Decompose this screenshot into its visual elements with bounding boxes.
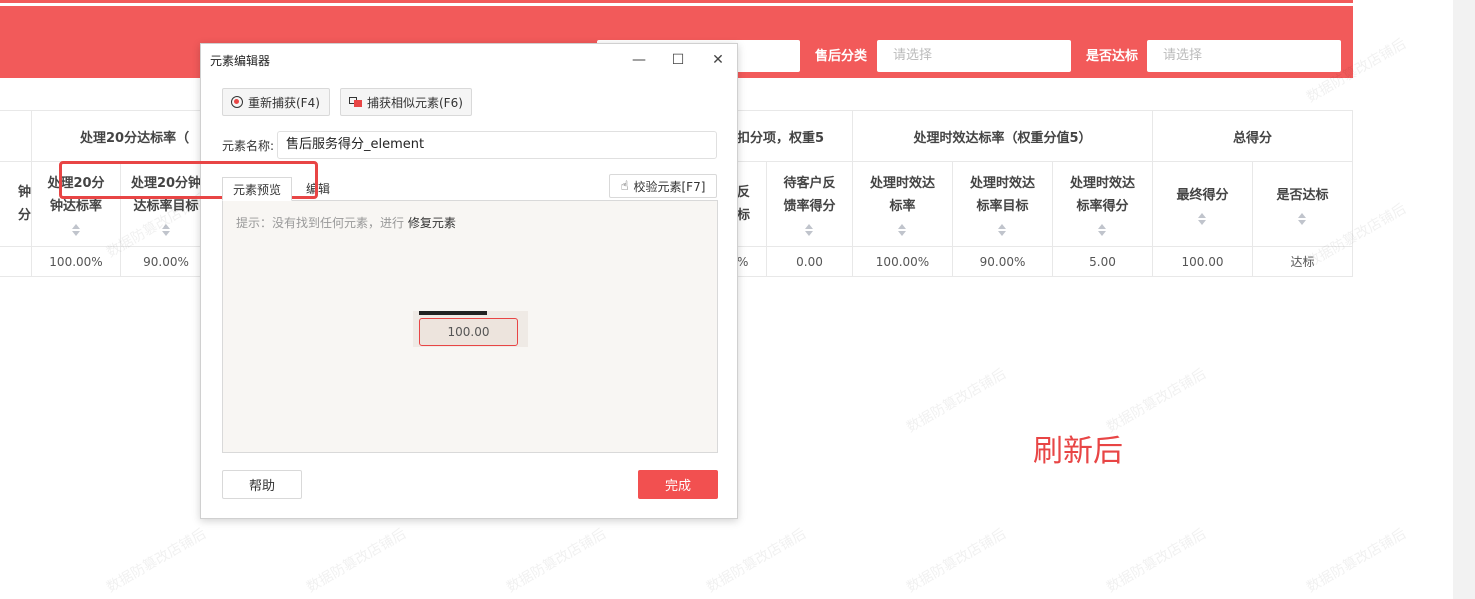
repair-element-link[interactable]: 修复元素: [408, 216, 456, 230]
capture-similar-label: 捕获相似元素(F6): [367, 95, 463, 110]
group-header-empty: [0, 111, 32, 162]
column-header-feedback-score[interactable]: 待客户反 馈率得分: [767, 162, 853, 247]
dialog-title: 元素编辑器: [210, 54, 271, 68]
element-snapshot: 100.00: [413, 311, 528, 347]
recapture-label: 重新捕获(F4): [248, 95, 320, 110]
watermark: 数据防篡改店铺后: [504, 525, 609, 596]
refresh-annotation: 刷新后: [1033, 434, 1123, 469]
snapshot-value: 100.00: [419, 318, 518, 346]
group-header-20min: 处理20分达标率（: [32, 111, 212, 162]
element-preview-panel: 提示：没有找到任何元素，进行 修复元素 100.00: [222, 200, 718, 453]
capture-similar-button[interactable]: 捕获相似元素(F6): [340, 88, 472, 116]
group-header-deduction: 扣分项，权重5: [737, 111, 853, 162]
close-icon[interactable]: ✕: [708, 50, 728, 70]
table-cell: 90.00%: [121, 247, 212, 277]
verify-element-button[interactable]: ☝ 校验元素[F7]: [609, 174, 717, 198]
table-cell: 100.00%: [853, 247, 953, 277]
sort-icon[interactable]: [970, 224, 1035, 236]
minimize-icon[interactable]: —: [629, 50, 649, 70]
header-divider: [0, 3, 1353, 6]
element-name-label: 元素名称:: [222, 139, 275, 153]
verify-element-label: 校验元素[F7]: [633, 179, 706, 194]
element-editor-dialog: 元素编辑器 — ☐ ✕ 重新捕获(F4) 捕获相似元素(F6) 元素名称: 售后…: [200, 43, 738, 519]
table-cell: 5.00: [1053, 247, 1153, 277]
column-header-truncated[interactable]: 钟分: [0, 162, 32, 247]
watermark: 数据防篡改店铺后: [904, 365, 1009, 436]
maximize-icon[interactable]: ☐: [668, 50, 688, 70]
element-name-input[interactable]: 售后服务得分_element: [277, 131, 717, 159]
column-header-timeliness-rate[interactable]: 处理时效达 标率: [853, 162, 953, 247]
column-header-timeliness-score[interactable]: 处理时效达 标率得分: [1053, 162, 1153, 247]
table-cell: 90.00%: [953, 247, 1053, 277]
table-cell: 0.00: [767, 247, 853, 277]
aftersale-category-label: 售后分类: [815, 49, 868, 64]
sort-icon[interactable]: [870, 224, 935, 236]
sort-icon[interactable]: [1070, 224, 1135, 236]
capture-similar-icon: [349, 97, 362, 107]
preview-hint: 提示：没有找到任何元素，进行 修复元素: [236, 216, 456, 230]
done-button[interactable]: 完成: [638, 470, 718, 499]
table-cell: 100.00: [1153, 247, 1253, 277]
sort-icon[interactable]: [783, 224, 835, 236]
column-header-feedback-partial[interactable]: 反标: [737, 162, 767, 247]
table-cell: [0, 247, 32, 277]
watermark: 数据防篡改店铺后: [104, 525, 209, 596]
column-header-timeliness-target[interactable]: 处理时效达 标率目标: [953, 162, 1053, 247]
sort-icon[interactable]: [1276, 212, 1328, 225]
watermark: 数据防篡改店铺后: [904, 525, 1009, 596]
watermark: 数据防篡改店铺后: [704, 525, 809, 596]
group-header-timeliness: 处理时效达标率（权重分值5）: [853, 111, 1153, 162]
table-cell: %: [737, 247, 767, 277]
right-scroll-area: [1453, 0, 1475, 599]
column-header-final-score[interactable]: 最终得分: [1153, 162, 1253, 247]
watermark: 数据防篡改店铺后: [1304, 525, 1409, 596]
watermark: 数据防篡改店铺后: [304, 525, 409, 596]
group-header-total: 总得分: [1153, 111, 1353, 162]
qualified-select[interactable]: 请选择: [1147, 40, 1341, 72]
snapshot-text-fragment: [419, 311, 487, 315]
recapture-icon: [231, 96, 243, 108]
sort-icon[interactable]: [47, 224, 104, 236]
recapture-button[interactable]: 重新捕获(F4): [222, 88, 330, 116]
aftersale-category-select[interactable]: 请选择: [877, 40, 1071, 72]
watermark: 数据防篡改店铺后: [1104, 365, 1209, 436]
tab-preview[interactable]: 元素预览: [222, 177, 293, 201]
qualified-label: 是否达标: [1086, 49, 1139, 64]
hand-pointer-icon: ☝: [620, 178, 629, 194]
sort-icon[interactable]: [1176, 212, 1228, 225]
help-button[interactable]: 帮助: [222, 470, 302, 499]
watermark: 数据防篡改店铺后: [1104, 525, 1209, 596]
